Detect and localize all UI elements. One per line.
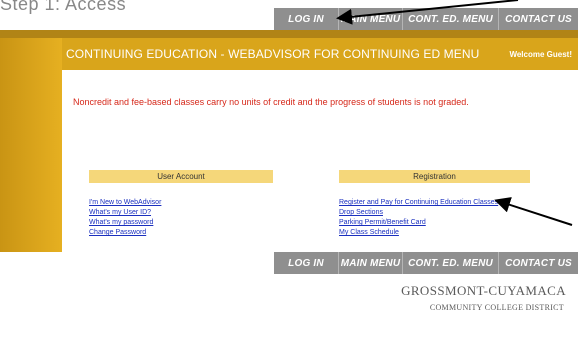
district-logo-subtitle: COMMUNITY COLLEGE DISTRICT — [429, 303, 564, 312]
notice-text: Noncredit and fee-based classes carry no… — [73, 97, 469, 107]
nav-login-link[interactable]: LOG IN — [274, 8, 338, 30]
list-item: What's my password — [89, 215, 161, 226]
nav-main-menu-link[interactable]: MAIN MENU — [338, 8, 402, 30]
list-item: Parking Permit/Benefit Card — [339, 215, 498, 226]
nav-contact-us-link[interactable]: CONTACT US — [498, 8, 578, 30]
nav-main-menu-link[interactable]: MAIN MENU — [338, 252, 402, 274]
registration-links: Register and Pay for Continuing Educatio… — [339, 195, 498, 236]
user-account-links: I'm New to WebAdvisor What's my User ID?… — [89, 195, 161, 236]
list-item: Register and Pay for Continuing Educatio… — [339, 195, 498, 206]
list-item: What's my User ID? — [89, 205, 161, 216]
band-stripe — [0, 30, 578, 38]
page-title: CONTINUING EDUCATION - WEBADVISOR FOR CO… — [66, 47, 480, 61]
list-item: Change Password — [89, 225, 161, 236]
bottom-nav-bar: LOG IN MAIN MENU CONT. ED. MENU CONTACT … — [274, 252, 578, 274]
registration-header: Registration — [339, 170, 530, 183]
change-password-link[interactable]: Change Password — [89, 229, 146, 236]
list-item: I'm New to WebAdvisor — [89, 195, 161, 206]
slide-heading: Step 1: Access — [0, 0, 127, 14]
content-panel: Noncredit and fee-based classes carry no… — [62, 70, 578, 272]
district-logo-name: GROSSMONT-CUYAMACA — [401, 283, 566, 298]
welcome-text: Welcome Guest! — [509, 49, 572, 59]
nav-login-link[interactable]: LOG IN — [274, 252, 338, 274]
nav-conted-menu-link[interactable]: CONT. ED. MENU — [402, 252, 498, 274]
top-nav-bar: LOG IN MAIN MENU CONT. ED. MENU CONTACT … — [274, 8, 578, 30]
list-item: My Class Schedule — [339, 225, 498, 236]
nav-contact-us-link[interactable]: CONTACT US — [498, 252, 578, 274]
nav-conted-menu-link[interactable]: CONT. ED. MENU — [402, 8, 498, 30]
class-schedule-link[interactable]: My Class Schedule — [339, 229, 399, 236]
band-left-margin — [0, 38, 62, 252]
list-item: Drop Sections — [339, 205, 498, 216]
page-header: CONTINUING EDUCATION - WEBADVISOR FOR CO… — [62, 38, 578, 70]
user-account-header: User Account — [89, 170, 273, 183]
